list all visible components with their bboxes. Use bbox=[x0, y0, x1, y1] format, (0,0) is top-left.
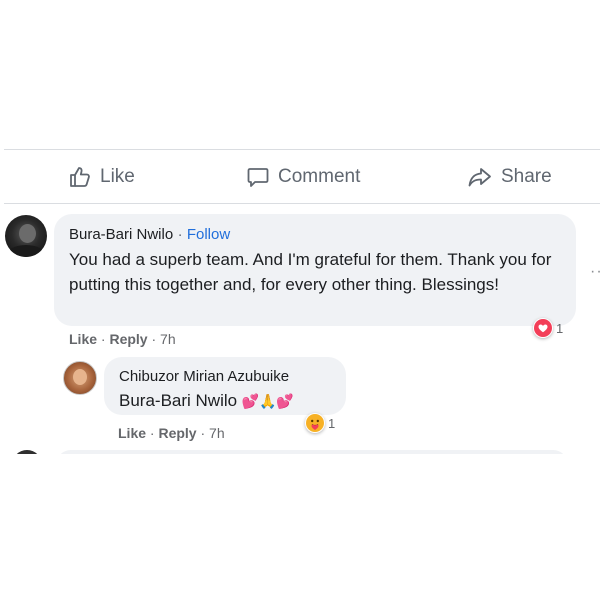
care-icon bbox=[306, 414, 324, 432]
comment-meta: Like · Reply · 7h bbox=[69, 331, 176, 347]
comment-timestamp[interactable]: 7h bbox=[160, 331, 176, 347]
reply-text: Bura-Bari Nwilo 💕🙏💕 bbox=[119, 388, 294, 413]
avatar-face-highlight bbox=[73, 369, 87, 385]
more-options-icon[interactable]: ·· bbox=[590, 263, 600, 281]
post-actions-top-divider bbox=[4, 149, 600, 150]
comment-bubble: Bura-Bari Nwilo · Follow You had a super… bbox=[54, 214, 576, 326]
care-reaction-badge bbox=[305, 413, 325, 433]
comment-bubble-icon bbox=[247, 168, 269, 187]
comment-reaction[interactable]: 1 bbox=[533, 318, 563, 338]
separator-dot: · bbox=[200, 425, 210, 441]
reply-meta: Like · Reply · 7h bbox=[118, 425, 225, 441]
mention-link[interactable]: Bura-Bari Nwilo bbox=[119, 391, 237, 410]
reply-author[interactable]: Chibuzor Mirian Azubuike bbox=[119, 368, 289, 385]
reply-reaction[interactable]: 1 bbox=[305, 413, 335, 433]
comment-action-button[interactable]: Comment bbox=[246, 163, 360, 191]
reaction-count: 1 bbox=[556, 320, 564, 336]
avatar-shoulders bbox=[7, 245, 45, 257]
reply-timestamp[interactable]: 7h bbox=[209, 425, 225, 441]
share-action-label: Share bbox=[501, 166, 552, 187]
comment-header: Bura-Bari Nwilo · Follow bbox=[69, 226, 230, 244]
reaction-count: 1 bbox=[328, 415, 336, 431]
avatar[interactable] bbox=[63, 361, 97, 395]
comment-action-label: Comment bbox=[278, 166, 361, 187]
like-action-label: Like bbox=[100, 166, 135, 187]
reply-reply-link[interactable]: Reply bbox=[158, 425, 196, 441]
reply-like-link[interactable]: Like bbox=[118, 425, 146, 441]
comment-author[interactable]: Bura-Bari Nwilo bbox=[69, 226, 173, 243]
separator-dot: · bbox=[177, 226, 187, 243]
separator-dot: · bbox=[151, 331, 161, 347]
share-arrow-icon bbox=[468, 168, 491, 187]
thumbs-up-icon bbox=[70, 167, 90, 187]
reply-bubble: Chibuzor Mirian Azubuike Bura-Bari Nwilo… bbox=[104, 357, 346, 415]
comment-like-link[interactable]: Like bbox=[69, 331, 97, 347]
heart-icon bbox=[534, 319, 552, 337]
avatar-face-highlight bbox=[19, 224, 36, 243]
share-action-button[interactable]: Share bbox=[467, 163, 552, 191]
comment-text: You had a superb team. And I'm grateful … bbox=[69, 250, 552, 294]
follow-link[interactable]: Follow bbox=[187, 226, 230, 243]
post-actions-bottom-divider bbox=[4, 203, 600, 204]
next-comment-bubble bbox=[56, 450, 568, 454]
avatar[interactable] bbox=[5, 215, 47, 257]
heart-reaction-badge bbox=[533, 318, 553, 338]
reply-emojis: 💕🙏💕 bbox=[241, 393, 294, 409]
like-action-button[interactable]: Like bbox=[68, 163, 135, 191]
comment-reply-link[interactable]: Reply bbox=[109, 331, 147, 347]
avatar bbox=[12, 450, 42, 454]
